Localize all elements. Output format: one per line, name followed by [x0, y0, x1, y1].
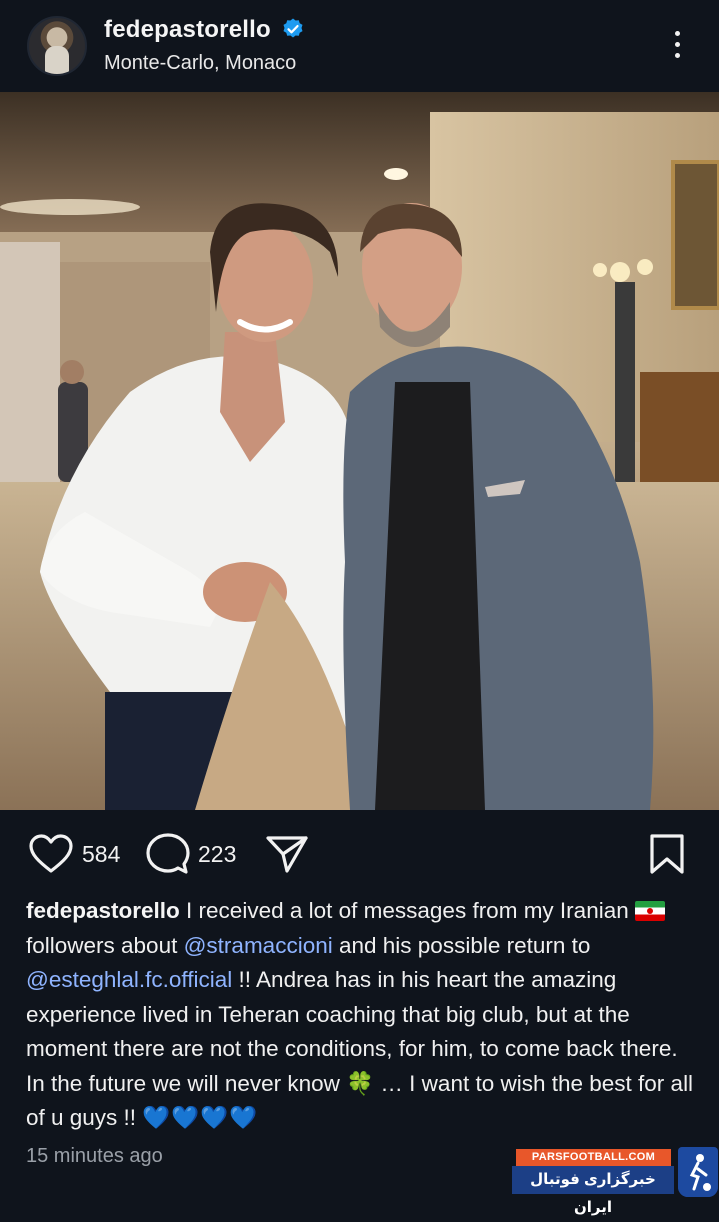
mention-link[interactable]: @stramaccioni — [184, 933, 333, 958]
post-username[interactable]: fedepastorello — [104, 16, 271, 44]
post-caption: fedepastorello I received a lot of messa… — [26, 894, 698, 1136]
comment-bubble-icon — [146, 833, 190, 874]
heart-icon — [29, 834, 73, 873]
comment-count[interactable]: 223 — [198, 841, 236, 868]
watermark-name: خبرگزاری فوتبال ایران — [512, 1166, 674, 1216]
caption-text: I received a lot of messages from my Ira… — [179, 898, 635, 923]
caption-text: and his possible return to — [332, 932, 591, 958]
mention-link[interactable]: @esteghlal.fc.official — [26, 967, 232, 992]
comment-button[interactable]: 223 — [146, 832, 236, 876]
verified-badge-icon — [283, 18, 303, 38]
share-button[interactable] — [265, 832, 309, 876]
caption-text: followers about — [26, 932, 184, 958]
bookmark-icon — [650, 834, 684, 874]
post-actions: 584 223 — [0, 810, 719, 890]
caption-username[interactable]: fedepastorello — [26, 898, 180, 923]
like-button[interactable]: 584 — [28, 832, 120, 876]
parsfootball-watermark: PARSFOOTBALL.COM خبرگزاری فوتبال ایران — [512, 1145, 719, 1216]
profile-avatar[interactable] — [27, 16, 87, 76]
post-header: fedepastorello Monte-Carlo, Monaco — [0, 0, 719, 92]
post-photo[interactable] — [0, 92, 719, 810]
paper-plane-icon — [266, 836, 308, 873]
blue-hearts-emoji: 💙💙💙💙 — [142, 1105, 259, 1130]
watermark-logo — [678, 1147, 718, 1197]
save-button[interactable] — [648, 832, 686, 876]
more-options-icon[interactable] — [664, 28, 692, 62]
post-timestamp: 15 minutes ago — [26, 1145, 163, 1167]
like-count[interactable]: 584 — [82, 841, 120, 868]
avatar-figure — [45, 46, 69, 74]
iran-flag-icon — [634, 901, 665, 921]
watermark-site: PARSFOOTBALL.COM — [516, 1149, 671, 1166]
photo-illustration — [0, 92, 719, 810]
clover-emoji: 🍀 — [346, 1070, 375, 1096]
post-location[interactable]: Monte-Carlo, Monaco — [104, 52, 296, 75]
